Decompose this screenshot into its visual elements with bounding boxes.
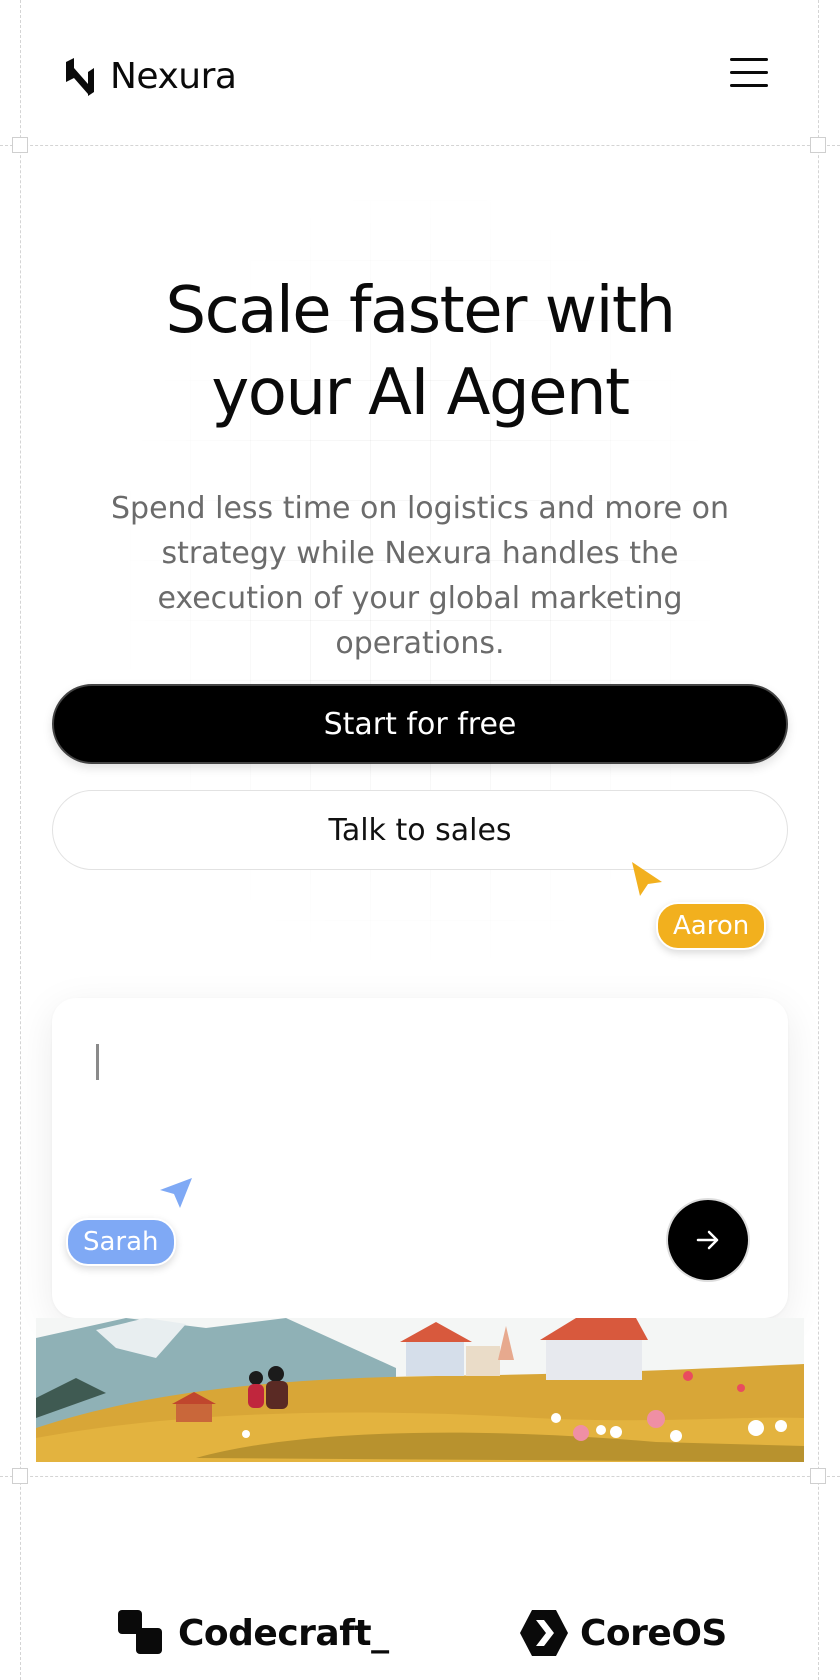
hero-title: Scale faster with your AI Agent	[40, 270, 800, 434]
sarah-cursor-label: Sarah	[66, 1218, 176, 1266]
frame-corner-handle	[810, 1468, 826, 1484]
frame-corner-handle	[810, 137, 826, 153]
text-caret	[96, 1044, 99, 1080]
partner-codecraft-name: Codecraft_	[178, 1612, 389, 1654]
frame-guide-bottom	[0, 1476, 840, 1477]
sarah-cursor-icon	[160, 1178, 192, 1208]
sarah-name: Sarah	[83, 1227, 159, 1257]
frame-corner-handle	[12, 137, 28, 153]
aaron-cursor-icon	[632, 862, 662, 896]
aaron-name: Aaron	[673, 911, 750, 941]
coreos-logo-icon	[520, 1610, 568, 1656]
frame-guide-right	[818, 0, 819, 1680]
partner-coreos-name: CoreOS	[580, 1612, 727, 1654]
partner-logos: Codecraft_ CoreOS	[0, 1610, 840, 1660]
codecraft-logo-icon	[118, 1610, 162, 1654]
top-nav: Nexura	[0, 40, 840, 110]
prompt-input-card[interactable]	[52, 998, 788, 1318]
frame-corner-handle	[12, 1468, 28, 1484]
hero-title-line-1: Scale faster with	[165, 274, 676, 348]
send-button[interactable]	[668, 1200, 748, 1280]
frame-guide-left	[20, 0, 21, 1680]
nexura-logo-icon	[66, 57, 94, 96]
frame-guide-top	[0, 145, 840, 146]
partner-coreos: CoreOS	[520, 1610, 727, 1656]
start-for-free-button[interactable]: Start for free	[52, 684, 788, 764]
hero-title-line-2: your AI Agent	[211, 356, 630, 430]
partner-codecraft: Codecraft_	[118, 1610, 389, 1656]
brand-name: Nexura	[110, 56, 237, 97]
hamburger-menu-icon[interactable]	[730, 58, 768, 88]
countryside-illustration	[36, 1318, 804, 1462]
brand-logo-link[interactable]: Nexura	[64, 56, 237, 97]
aaron-cursor-label: Aaron	[656, 902, 767, 950]
talk-to-sales-button[interactable]: Talk to sales	[52, 790, 788, 870]
hero-subtitle: Spend less time on logistics and more on…	[111, 491, 729, 661]
arrow-right-icon	[696, 1230, 719, 1250]
